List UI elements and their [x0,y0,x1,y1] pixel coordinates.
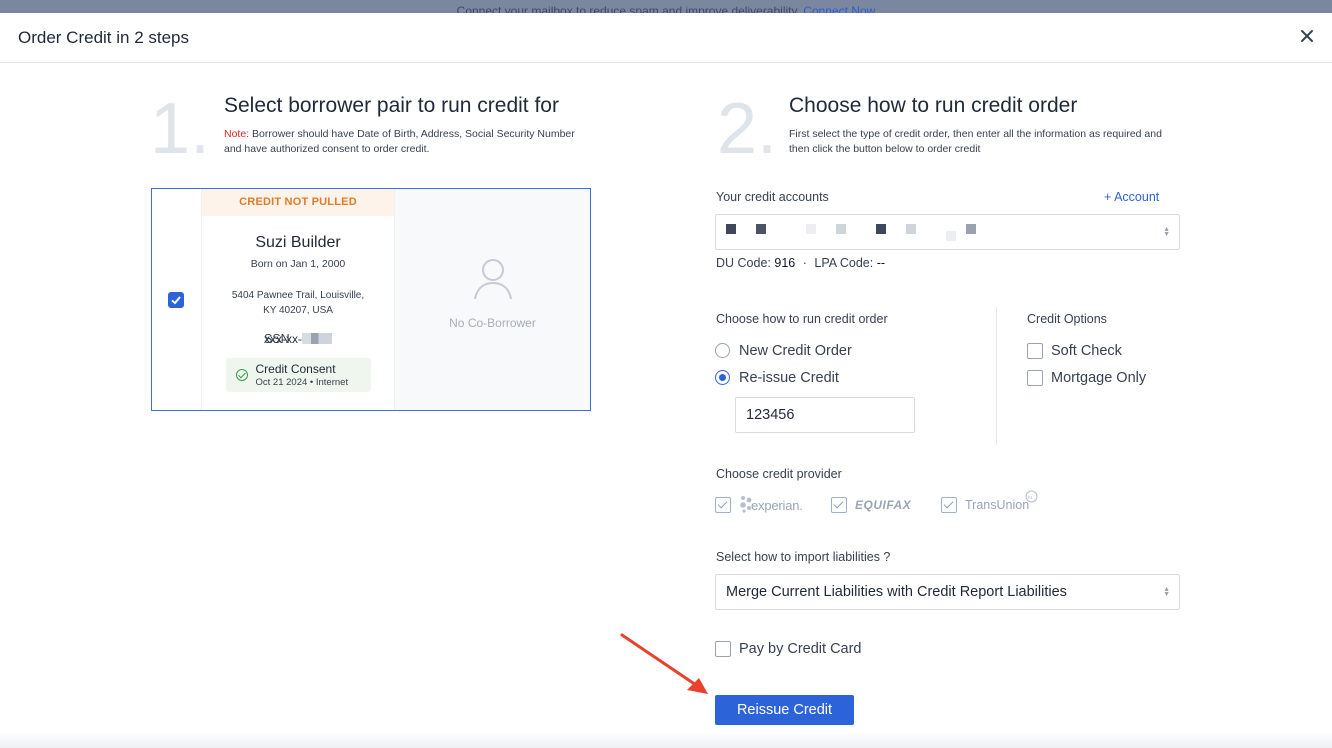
run-order-label: Choose how to run credit order [716,312,888,326]
step2-number: 2. [717,89,778,169]
options-divider [996,307,997,445]
redacted-block [836,224,846,234]
no-coborrower-label: No Co-Borrower [449,316,536,330]
redacted-block [726,224,736,234]
modal-header: Order Credit in 2 steps [0,13,1332,63]
transunion-logo: TransUnion [965,498,1030,512]
address-line-1: 5404 Pawnee Trail, Louisville, [231,290,365,301]
redacted-block [876,224,886,234]
redacted-block [966,224,976,234]
credit-account-select[interactable]: ▲ ▼ [715,214,1180,250]
borrower-name: Suzi Builder [255,234,341,251]
select-arrows-icon: ▲ ▼ [1163,226,1170,238]
svg-text:tu: tu [1028,495,1032,501]
redacted-block [906,224,916,234]
separator-dot: · [802,256,807,270]
borrower-birthdate: Born on Jan 1, 2000 [250,258,346,270]
step1-number: 1. [150,89,211,169]
soft-check-checkbox[interactable] [1027,343,1043,359]
liabilities-import-select[interactable]: Merge Current Liabilities with Credit Re… [715,574,1180,610]
coborrower-panel: No Co-Borrower [395,189,590,410]
check-circle-icon [235,369,248,381]
du-label: DU Code: [716,256,771,270]
note-text: Borrower should have Date of Birth, Addr… [224,128,575,155]
mortgage-only-label[interactable]: Mortgage Only [1051,370,1146,386]
redacted-block [806,224,816,234]
lpa-value: -- [876,256,886,270]
liabilities-selected-value: Merge Current Liabilities with Credit Re… [726,584,1067,600]
du-lpa-codes: DU Code: 916 · LPA Code: -- [716,256,885,270]
reissue-credit-radio[interactable] [715,370,730,385]
new-credit-order-radio[interactable] [715,343,730,358]
mortgage-only-checkbox[interactable] [1027,370,1043,386]
reissue-credit-label[interactable]: Re-issue Credit [739,370,839,386]
equifax-logo: EQUIFAX [855,498,912,512]
credit-options-label: Credit Options [1027,312,1107,326]
person-icon [474,259,512,300]
pay-by-card-label[interactable]: Pay by Credit Card [739,641,862,657]
top-banner: Connect your mailbox to reduce spam and … [0,0,1332,14]
ssn-label: SSN [264,332,290,346]
credit-accounts-label: Your credit accounts [716,190,829,204]
lpa-label: LPA Code: [814,256,874,270]
select-arrows-icon: ▲ ▼ [1163,586,1170,598]
transunion-checkbox[interactable] [941,497,957,513]
redacted-block [756,224,766,234]
redacted-block [946,231,956,241]
consent-title: Credit Consent [255,362,336,376]
add-account-button[interactable]: + Account [1104,190,1159,204]
card-select-column [152,189,201,410]
equifax-checkbox[interactable] [831,497,847,513]
borrower-pair-card[interactable]: CREDIT NOT PULLED Suzi Builder Born on J… [151,188,591,411]
reissue-credit-button[interactable]: Reissue Credit [715,695,854,725]
step1-note: Note: Borrower should have Date of Birth… [224,127,594,157]
borrower-ssn: SSN xxx-xx- [202,332,394,346]
order-credit-modal: Order Credit in 2 steps 1. Select borrow… [0,13,1332,748]
borrower-address: 5404 Pawnee Trail, Louisville, KY 40207,… [202,288,394,318]
step2-description: First select the type of credit order, t… [789,128,1162,155]
credit-consent-badge: Credit Consent Oct 21 2024 • Internet [225,358,371,392]
note-label: Note: [224,128,250,140]
select-pair-checkbox[interactable] [168,292,184,308]
experian-logo: experian. [751,498,803,513]
address-line-2: KY 40207, USA [263,305,333,316]
new-credit-order-label[interactable]: New Credit Order [739,343,852,359]
reissue-reference-input[interactable]: 123456 [735,397,915,433]
step2-title: Choose how to run credit order [789,94,1078,117]
ssn-redacted [302,333,332,344]
modal-title: Order Credit in 2 steps [18,28,190,47]
liabilities-label: Select how to import liabilities ? [716,550,891,564]
consent-date: Oct 21 2024 • Internet [255,377,349,388]
experian-checkbox[interactable] [715,497,731,513]
du-value: 916 [774,256,796,270]
close-icon[interactable] [1298,27,1316,45]
step1-title: Select borrower pair to run credit for [224,94,559,117]
pay-by-card-checkbox[interactable] [715,641,731,657]
bottom-shadow [0,732,1332,748]
pointer-arrow-icon [620,633,708,694]
soft-check-label[interactable]: Soft Check [1051,343,1122,359]
credit-status-badge: CREDIT NOT PULLED [202,189,394,216]
borrower-panel: CREDIT NOT PULLED Suzi Builder Born on J… [201,189,395,410]
transunion-mark-icon: tu [1025,490,1038,503]
credit-provider-label: Choose credit provider [716,467,842,481]
